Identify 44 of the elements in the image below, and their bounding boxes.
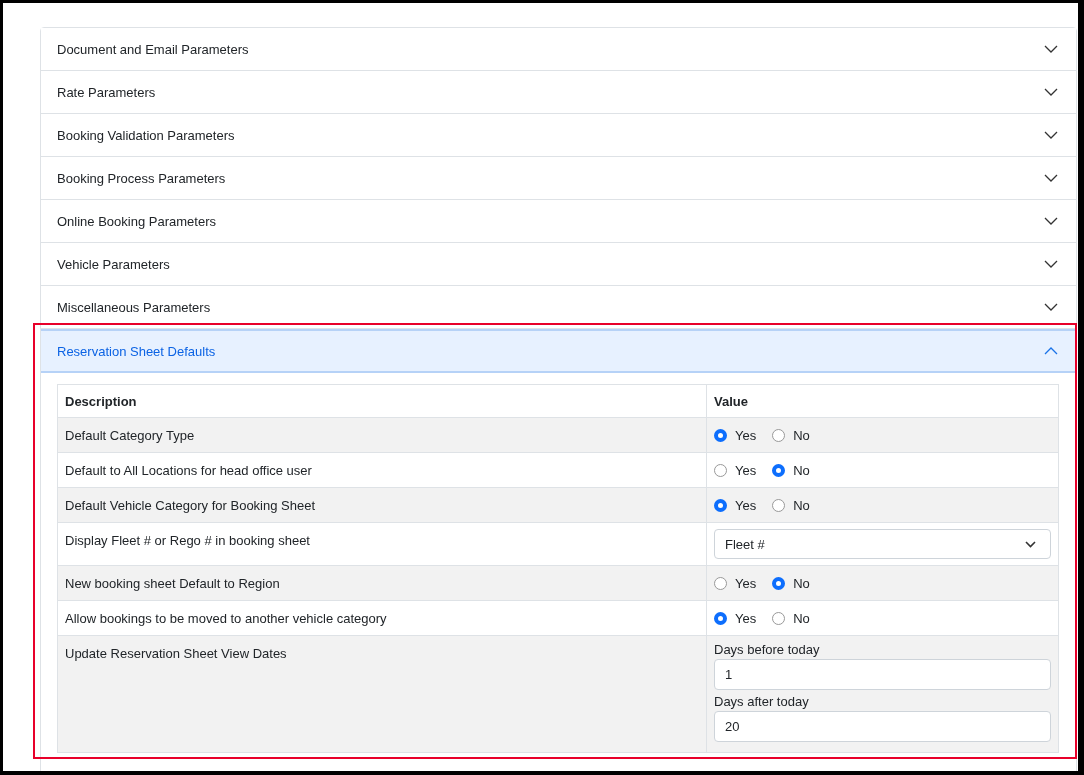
accordion-header[interactable]: Reservation Sheet Defaults	[41, 329, 1076, 373]
radio-button[interactable]	[714, 428, 727, 442]
field-label: Days before today	[714, 642, 821, 657]
column-header: Value	[706, 384, 1059, 418]
chevron-down-icon	[1044, 45, 1058, 53]
dropdown-select[interactable]: Fleet #	[714, 529, 1051, 559]
radio-label: No	[793, 462, 810, 478]
radio-label: No	[793, 610, 810, 626]
radio-label: Yes	[735, 610, 757, 626]
chevron-down-icon	[1044, 260, 1058, 268]
radio-label: No	[793, 497, 810, 513]
radio-label: Yes	[735, 575, 757, 591]
chevron-down-icon	[1044, 131, 1058, 139]
radio-button[interactable]	[714, 463, 727, 477]
radio-button[interactable]	[714, 498, 727, 512]
table-cell: Default to All Locations for head office user	[57, 452, 707, 488]
chevron-down-icon	[1044, 303, 1058, 311]
table-cell: New booking sheet Default to Region	[57, 565, 707, 601]
radio-button[interactable]	[772, 463, 786, 477]
radio-label: Yes	[735, 497, 757, 513]
input-field[interactable]: 1	[714, 659, 1051, 690]
column-header: Description	[57, 384, 707, 418]
radio-label: No	[793, 427, 810, 443]
radio-button[interactable]	[772, 611, 786, 625]
table-cell: Default Vehicle Category for Booking Sheet	[57, 487, 707, 523]
radio-label: No	[793, 575, 810, 591]
chevron-down-icon	[1044, 88, 1058, 96]
radio-button[interactable]	[772, 576, 786, 590]
radio-button[interactable]	[772, 428, 786, 442]
chevron-down-icon	[1025, 540, 1036, 548]
table-cell: Display Fleet # or Rego # in booking sheet	[57, 522, 707, 566]
radio-button[interactable]	[714, 611, 727, 625]
chevron-up-icon	[1044, 347, 1058, 355]
table-cell: Allow bookings to be moved to another vehicle category	[57, 600, 707, 636]
radio-button[interactable]	[772, 498, 786, 512]
chevron-down-icon	[1044, 217, 1058, 225]
table-cell: Update Reservation Sheet View Dates	[57, 635, 707, 753]
radio-label: Yes	[735, 462, 757, 478]
chevron-down-icon	[1044, 174, 1058, 182]
radio-label: Yes	[735, 427, 757, 443]
table-cell: Default Category Type	[57, 417, 707, 453]
field-label: Days after today	[714, 694, 810, 709]
input-field[interactable]: 20	[714, 711, 1051, 742]
radio-button[interactable]	[714, 576, 727, 590]
